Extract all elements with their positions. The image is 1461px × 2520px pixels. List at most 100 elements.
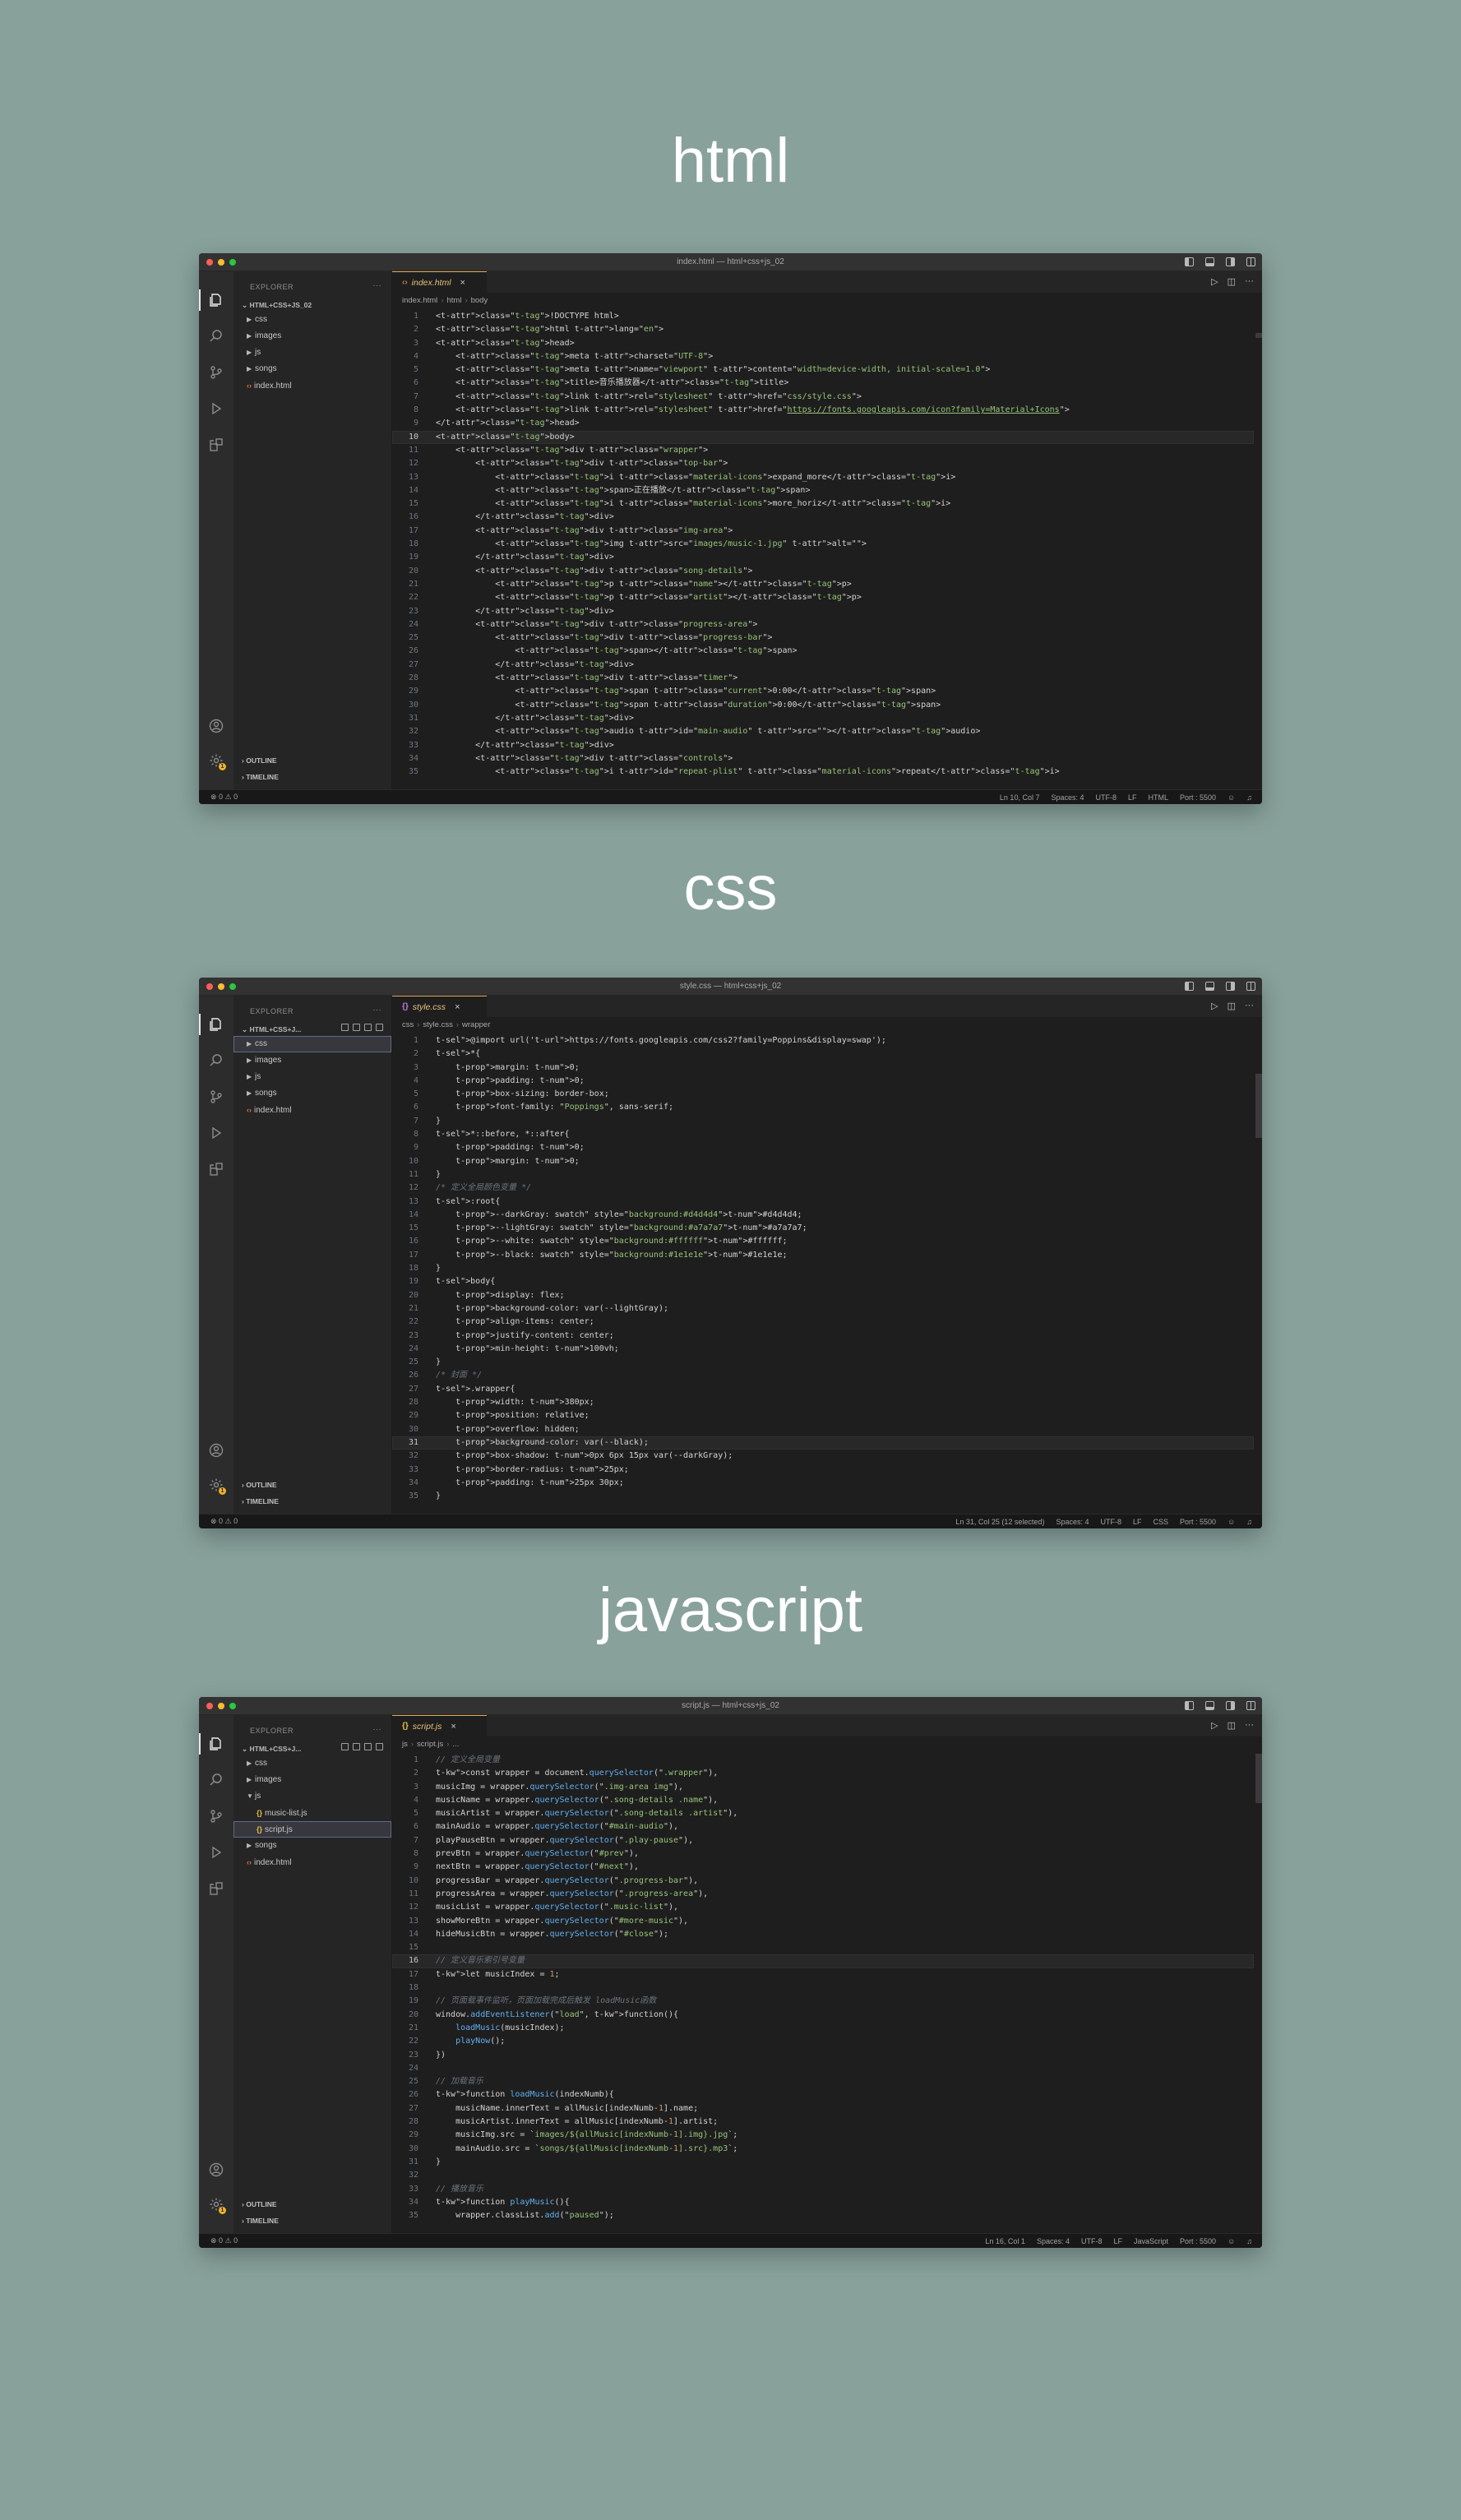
language-mode[interactable]: JavaScript bbox=[1134, 2237, 1168, 2245]
run-icon[interactable]: ▷ bbox=[1211, 1001, 1218, 1011]
workspace-root[interactable]: ⌄ HTML+CSS+J... bbox=[242, 1743, 385, 1754]
code-line[interactable]: 7 playPauseBtn = wrapper.querySelector(".… bbox=[392, 1834, 1254, 1847]
toggle-secondary-sidebar-icon[interactable] bbox=[1226, 1701, 1235, 1710]
code-line[interactable]: 8 <t-attr">class="t-tag">link t-attr">re… bbox=[392, 404, 1254, 417]
code-line[interactable]: 2 t-sel">*{ bbox=[392, 1047, 1254, 1061]
code-line[interactable]: 5 musicArtist = wrapper.querySelector(".s… bbox=[392, 1807, 1254, 1820]
explorer-item[interactable]: ▶ css bbox=[233, 312, 391, 328]
code-line[interactable]: 29 <t-attr">class="t-tag">span t-attr">c… bbox=[392, 685, 1254, 698]
close-tab-icon[interactable]: × bbox=[460, 278, 465, 288]
code-line[interactable]: 18 bbox=[392, 1981, 1254, 1995]
explorer-item[interactable]: ‹› index.html bbox=[233, 377, 391, 394]
toggle-panel-icon[interactable] bbox=[1205, 257, 1214, 266]
collapse-icon[interactable] bbox=[376, 1024, 383, 1031]
code-line[interactable]: 13 t-sel">:root{ bbox=[392, 1195, 1254, 1209]
code-line[interactable]: 16 </t-attr">class="t-tag">div> bbox=[392, 511, 1254, 524]
toggle-sidebar-icon[interactable] bbox=[1185, 257, 1194, 266]
explorer-icon[interactable] bbox=[199, 289, 224, 311]
code-line[interactable]: 25 <t-attr">class="t-tag">div t-attr">cl… bbox=[392, 631, 1254, 645]
timeline-section[interactable]: › TIMELINE bbox=[242, 1497, 279, 1505]
problems-indicator[interactable]: ⊗ 0 ⚠ 0 bbox=[210, 793, 238, 802]
explorer-item[interactable]: ▶ songs bbox=[233, 361, 391, 377]
account-icon[interactable] bbox=[209, 719, 224, 733]
toggle-panel-icon[interactable] bbox=[1205, 982, 1214, 991]
code-line[interactable]: 34 t-kw">function playMusic(){ bbox=[392, 2196, 1254, 2209]
code-line[interactable]: 33 // 播放音乐 bbox=[392, 2183, 1254, 2196]
toggle-sidebar-icon[interactable] bbox=[1185, 1701, 1194, 1710]
search-icon[interactable] bbox=[209, 329, 224, 344]
line-ending[interactable]: LF bbox=[1128, 793, 1137, 802]
indentation[interactable]: Spaces: 4 bbox=[1051, 793, 1084, 802]
feedback-icon[interactable]: ☺ bbox=[1228, 2237, 1235, 2245]
run-icon[interactable]: ▷ bbox=[1211, 1720, 1218, 1731]
encoding[interactable]: UTF-8 bbox=[1081, 2237, 1103, 2245]
code-line[interactable]: 11 progressArea = wrapper.querySelector("… bbox=[392, 1888, 1254, 1901]
scroll-thumb[interactable] bbox=[1255, 1754, 1262, 1803]
code-line[interactable]: 3 t-prop">margin: t-num">0; bbox=[392, 1061, 1254, 1075]
code-line[interactable]: 6 <t-attr">class="t-tag">title>音乐播放器</t-… bbox=[392, 377, 1254, 390]
breadcrumb-item[interactable]: js bbox=[402, 1740, 408, 1749]
code-line[interactable]: 14 hideMusicBtn = wrapper.querySelector("… bbox=[392, 1928, 1254, 1941]
code-line[interactable]: 21 t-prop">background-color: var(--light… bbox=[392, 1302, 1254, 1315]
problems-indicator[interactable]: ⊗ 0 ⚠ 0 bbox=[210, 2236, 238, 2245]
cursor-position[interactable]: Ln 10, Col 7 bbox=[1000, 793, 1040, 802]
toggle-panel-icon[interactable] bbox=[1205, 1701, 1214, 1710]
split-editor-icon[interactable]: ◫ bbox=[1228, 1001, 1236, 1011]
explorer-item[interactable]: ▼ js bbox=[233, 1788, 391, 1805]
code-line[interactable]: 12 <t-attr">class="t-tag">div t-attr">cl… bbox=[392, 457, 1254, 470]
more-actions-icon[interactable]: ··· bbox=[373, 1725, 382, 1733]
code-line[interactable]: 23 t-prop">justify-content: center; bbox=[392, 1329, 1254, 1343]
code-line[interactable]: 24 bbox=[392, 2062, 1254, 2075]
code-line[interactable]: 11} bbox=[392, 1168, 1254, 1181]
search-icon[interactable] bbox=[209, 1773, 224, 1787]
code-line[interactable]: 35} bbox=[392, 1490, 1254, 1503]
split-editor-icon[interactable]: ◫ bbox=[1228, 1720, 1236, 1731]
source-control-icon[interactable] bbox=[209, 365, 224, 380]
code-line[interactable]: 32 <t-attr">class="t-tag">audio t-attr">… bbox=[392, 725, 1254, 738]
source-control-icon[interactable] bbox=[209, 1089, 224, 1104]
customize-layout-icon[interactable] bbox=[1246, 1701, 1255, 1710]
split-editor-icon[interactable]: ◫ bbox=[1228, 276, 1236, 287]
scroll-thumb[interactable] bbox=[1255, 1074, 1262, 1138]
code-line[interactable]: 15 <t-attr">class="t-tag">i t-attr">clas… bbox=[392, 497, 1254, 511]
notifications-icon[interactable]: ♫ bbox=[1246, 1518, 1252, 1526]
editor-tab[interactable]: {} script.js × bbox=[392, 1715, 487, 1736]
scrollbar[interactable] bbox=[1254, 1754, 1262, 2233]
manage-gear-icon[interactable]: 1 bbox=[209, 2197, 226, 2214]
close-tab-icon[interactable]: × bbox=[455, 1002, 460, 1012]
more-actions-icon[interactable]: ··· bbox=[373, 1006, 382, 1014]
code-line[interactable]: 19 t-sel">body{ bbox=[392, 1275, 1254, 1288]
explorer-item[interactable]: {} script.js bbox=[233, 1821, 391, 1838]
breadcrumb-item[interactable]: wrapper bbox=[462, 1020, 490, 1029]
code-line[interactable]: 27 </t-attr">class="t-tag">div> bbox=[392, 659, 1254, 672]
live-server-port[interactable]: Port : 5500 bbox=[1180, 793, 1216, 802]
code-line[interactable]: 5 <t-attr">class="t-tag">meta t-attr">na… bbox=[392, 363, 1254, 377]
code-line[interactable]: 13 <t-attr">class="t-tag">i t-attr">clas… bbox=[392, 471, 1254, 484]
code-line[interactable]: 2 <t-attr">class="t-tag">html t-attr">lan… bbox=[392, 323, 1254, 336]
explorer-item[interactable]: ▶ js bbox=[233, 344, 391, 361]
more-actions-icon[interactable]: ··· bbox=[373, 281, 382, 289]
code-line[interactable]: 22 t-prop">align-items: center; bbox=[392, 1315, 1254, 1329]
code-line[interactable]: 23 </t-attr">class="t-tag">div> bbox=[392, 605, 1254, 618]
code-line[interactable]: 28 t-prop">width: t-num">380px; bbox=[392, 1396, 1254, 1409]
explorer-item[interactable]: ▶ css bbox=[233, 1036, 391, 1052]
code-line[interactable]: 17 t-kw">let musicIndex = 1; bbox=[392, 1968, 1254, 1981]
code-line[interactable]: 8 prevBtn = wrapper.querySelector("#prev"… bbox=[392, 1847, 1254, 1861]
code-line[interactable]: 28 <t-attr">class="t-tag">div t-attr">cl… bbox=[392, 672, 1254, 685]
code-line[interactable]: 16 // 定义音乐索引号变量 bbox=[392, 1954, 1254, 1968]
scroll-thumb[interactable] bbox=[1255, 333, 1262, 338]
code-line[interactable]: 1 <t-attr">class="t-tag">!DOCTYPE html> bbox=[392, 310, 1254, 323]
live-server-port[interactable]: Port : 5500 bbox=[1180, 2237, 1216, 2245]
source-control-icon[interactable] bbox=[209, 1809, 224, 1824]
breadcrumb-item[interactable]: css bbox=[402, 1020, 414, 1029]
breadcrumb-item[interactable]: script.js bbox=[417, 1740, 443, 1749]
customize-layout-icon[interactable] bbox=[1246, 257, 1255, 266]
code-editor[interactable]: 1 <t-attr">class="t-tag">!DOCTYPE html> 2 <… bbox=[392, 310, 1254, 789]
code-line[interactable]: 14 t-prop">--darkGray: swatch" style="ba… bbox=[392, 1209, 1254, 1222]
explorer-icon[interactable] bbox=[199, 1014, 224, 1035]
code-line[interactable]: 10 progressBar = wrapper.querySelector(".… bbox=[392, 1875, 1254, 1888]
code-line[interactable]: 26 <t-attr">class="t-tag">span></t-attr"… bbox=[392, 645, 1254, 658]
code-line[interactable]: 18 <t-attr">class="t-tag">img t-attr">sr… bbox=[392, 538, 1254, 551]
code-line[interactable]: 9 </t-attr">class="t-tag">head> bbox=[392, 417, 1254, 430]
notifications-icon[interactable]: ♫ bbox=[1246, 2237, 1252, 2245]
